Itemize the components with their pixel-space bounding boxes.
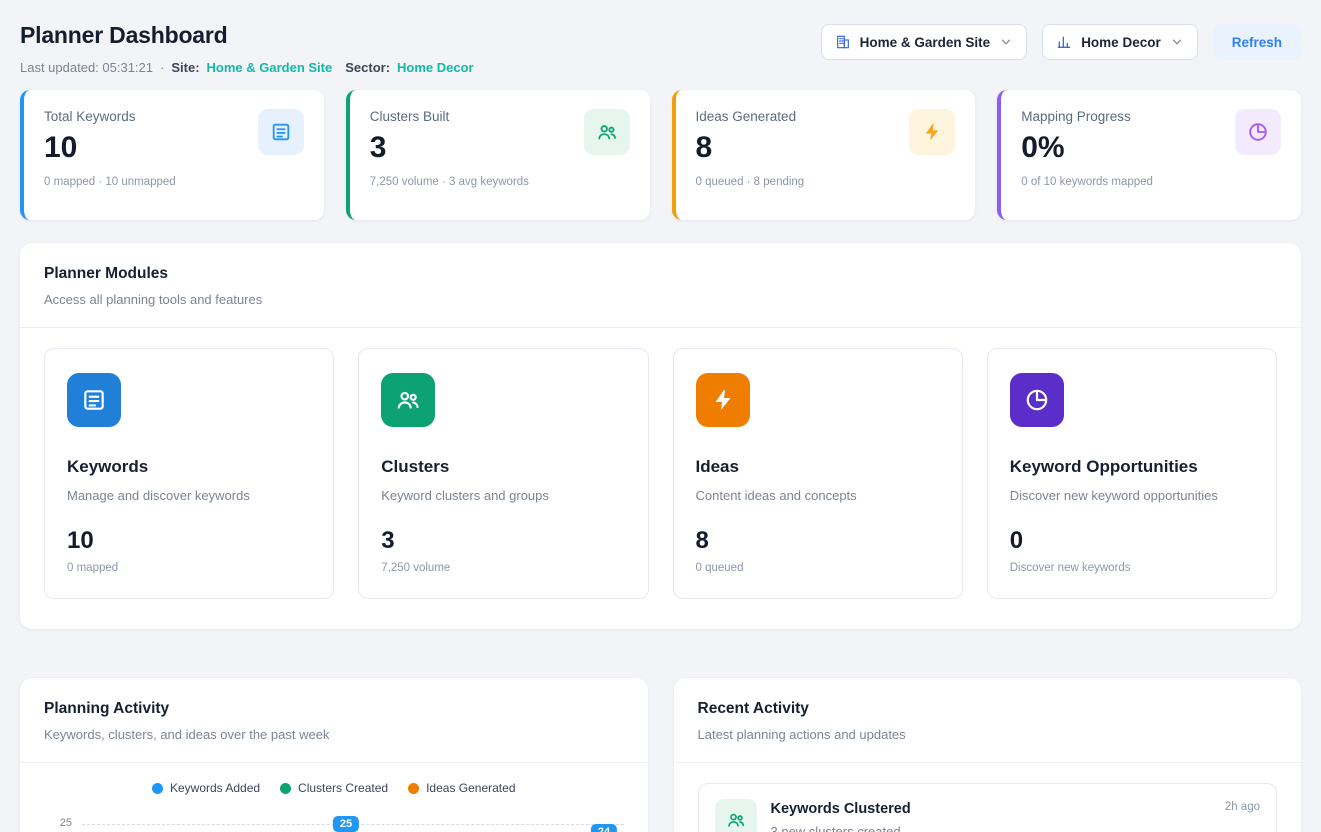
planning-activity-chart: 25 25 24 <box>44 803 624 832</box>
stat-card-clusters-built: Clusters Built 3 7,250 volume · 3 avg ke… <box>346 90 650 220</box>
recent-activity-subtitle: Latest planning actions and updates <box>698 727 1278 742</box>
module-card-keywords[interactable]: Keywords Manage and discover keywords 10… <box>44 348 334 599</box>
chevron-down-icon <box>1170 35 1184 49</box>
stat-value: 0% <box>1021 131 1153 165</box>
stat-label: Mapping Progress <box>1021 109 1153 124</box>
y-axis-tick: 25 <box>50 817 72 829</box>
stat-value: 10 <box>44 131 176 165</box>
sector-link[interactable]: Home Decor <box>397 60 474 75</box>
module-value: 8 <box>696 527 940 555</box>
legend-dot <box>152 783 163 794</box>
bottom-row: Planning Activity Keywords, clusters, an… <box>20 655 1301 832</box>
planner-modules-panel: Planner Modules Access all planning tool… <box>20 243 1301 629</box>
legend-label: Clusters Created <box>298 781 388 795</box>
pie-chart-icon <box>1010 373 1064 427</box>
planning-activity-subtitle: Keywords, clusters, and ideas over the p… <box>44 727 624 742</box>
site-selector[interactable]: Home & Garden Site <box>821 24 1028 60</box>
stat-caption: 0 of 10 keywords mapped <box>1021 176 1153 188</box>
site-link[interactable]: Home & Garden Site <box>207 60 333 75</box>
legend-item-keywords-added: Keywords Added <box>152 781 260 795</box>
sector-selector-label: Home Decor <box>1081 35 1161 50</box>
recent-activity-panel: Recent Activity Latest planning actions … <box>674 678 1302 832</box>
module-caption: 0 mapped <box>67 562 311 574</box>
stat-caption: 7,250 volume · 3 avg keywords <box>370 176 529 188</box>
point-label-badge: 24 <box>591 824 617 832</box>
legend-dot <box>408 783 419 794</box>
module-title: Keywords <box>67 457 311 477</box>
module-card-keyword-opportunities[interactable]: Keyword Opportunities Discover new keywo… <box>987 348 1277 599</box>
lightning-icon <box>696 373 750 427</box>
module-card-ideas[interactable]: Ideas Content ideas and concepts 8 0 que… <box>673 348 963 599</box>
recent-activity-title: Recent Activity <box>698 700 1278 718</box>
planner-dashboard-page: Planner Dashboard Last updated: 05:31:21… <box>0 0 1321 832</box>
meta-separator: · <box>160 60 164 75</box>
planning-activity-title: Planning Activity <box>44 700 624 718</box>
sector-selector[interactable]: Home Decor <box>1042 24 1198 60</box>
refresh-button[interactable]: Refresh <box>1213 24 1301 60</box>
bar-chart-icon <box>1056 34 1072 50</box>
document-icon <box>67 373 121 427</box>
stat-value: 3 <box>370 131 529 165</box>
stat-label: Total Keywords <box>44 109 176 124</box>
pie-chart-icon <box>1235 109 1281 155</box>
modules-section-subtitle: Access all planning tools and features <box>44 292 1277 307</box>
lightning-icon <box>909 109 955 155</box>
module-description: Keyword clusters and groups <box>381 488 625 503</box>
module-card-clusters[interactable]: Clusters Keyword clusters and groups 3 7… <box>358 348 648 599</box>
stat-card-ideas-generated: Ideas Generated 8 0 queued · 8 pending <box>672 90 976 220</box>
sector-label: Sector: <box>345 60 390 75</box>
site-selector-label: Home & Garden Site <box>860 35 991 50</box>
activity-item-time: 2h ago <box>1225 801 1260 813</box>
planning-activity-panel: Planning Activity Keywords, clusters, an… <box>20 678 648 832</box>
activity-item-title: Keywords Clustered <box>771 801 911 817</box>
module-value: 10 <box>67 527 311 555</box>
module-description: Content ideas and concepts <box>696 488 940 503</box>
users-icon <box>584 109 630 155</box>
point-label-badge: 25 <box>333 816 359 832</box>
stat-value: 8 <box>696 131 805 165</box>
module-title: Clusters <box>381 457 625 477</box>
recent-activity-list: Keywords Clustered 3 new clusters create… <box>674 763 1302 832</box>
document-icon <box>258 109 304 155</box>
module-caption: 0 queued <box>696 562 940 574</box>
module-caption: 7,250 volume <box>381 562 625 574</box>
stat-label: Ideas Generated <box>696 109 805 124</box>
stat-label: Clusters Built <box>370 109 529 124</box>
module-title: Keyword Opportunities <box>1010 457 1254 477</box>
module-value: 3 <box>381 527 625 555</box>
stat-caption: 0 mapped · 10 unmapped <box>44 176 176 188</box>
stat-cards-row: Total Keywords 10 0 mapped · 10 unmapped… <box>20 90 1301 220</box>
modules-grid: Keywords Manage and discover keywords 10… <box>20 328 1301 629</box>
module-caption: Discover new keywords <box>1010 562 1254 574</box>
module-title: Ideas <box>696 457 940 477</box>
topbar: Planner Dashboard Last updated: 05:31:21… <box>20 16 1301 75</box>
legend-item-ideas-generated: Ideas Generated <box>408 781 515 795</box>
last-updated-text: Last updated: 05:31:21 <box>20 60 153 75</box>
stat-caption: 0 queued · 8 pending <box>696 176 805 188</box>
module-description: Manage and discover keywords <box>67 488 311 503</box>
users-icon <box>715 799 757 832</box>
users-icon <box>381 373 435 427</box>
page-title: Planner Dashboard <box>20 22 474 49</box>
topbar-left: Planner Dashboard Last updated: 05:31:21… <box>20 16 474 75</box>
stat-card-total-keywords: Total Keywords 10 0 mapped · 10 unmapped <box>20 90 324 220</box>
chevron-down-icon <box>999 35 1013 49</box>
legend-dot <box>280 783 291 794</box>
module-description: Discover new keyword opportunities <box>1010 488 1254 503</box>
module-value: 0 <box>1010 527 1254 555</box>
legend-item-clusters-created: Clusters Created <box>280 781 388 795</box>
modules-section-title: Planner Modules <box>44 265 1277 283</box>
building-icon <box>835 34 851 50</box>
site-label: Site: <box>171 60 199 75</box>
stat-card-mapping-progress: Mapping Progress 0% 0 of 10 keywords map… <box>997 90 1301 220</box>
legend-label: Keywords Added <box>170 781 260 795</box>
legend-label: Ideas Generated <box>426 781 515 795</box>
meta-line: Last updated: 05:31:21 · Site: Home & Ga… <box>20 60 474 75</box>
topbar-controls: Home & Garden Site Home Decor Refresh <box>821 24 1301 60</box>
activity-item-keywords-clustered: Keywords Clustered 3 new clusters create… <box>698 783 1278 832</box>
activity-item-subtitle: 3 new clusters created <box>771 824 911 832</box>
chart-legend: Keywords Added Clusters Created Ideas Ge… <box>20 763 648 803</box>
